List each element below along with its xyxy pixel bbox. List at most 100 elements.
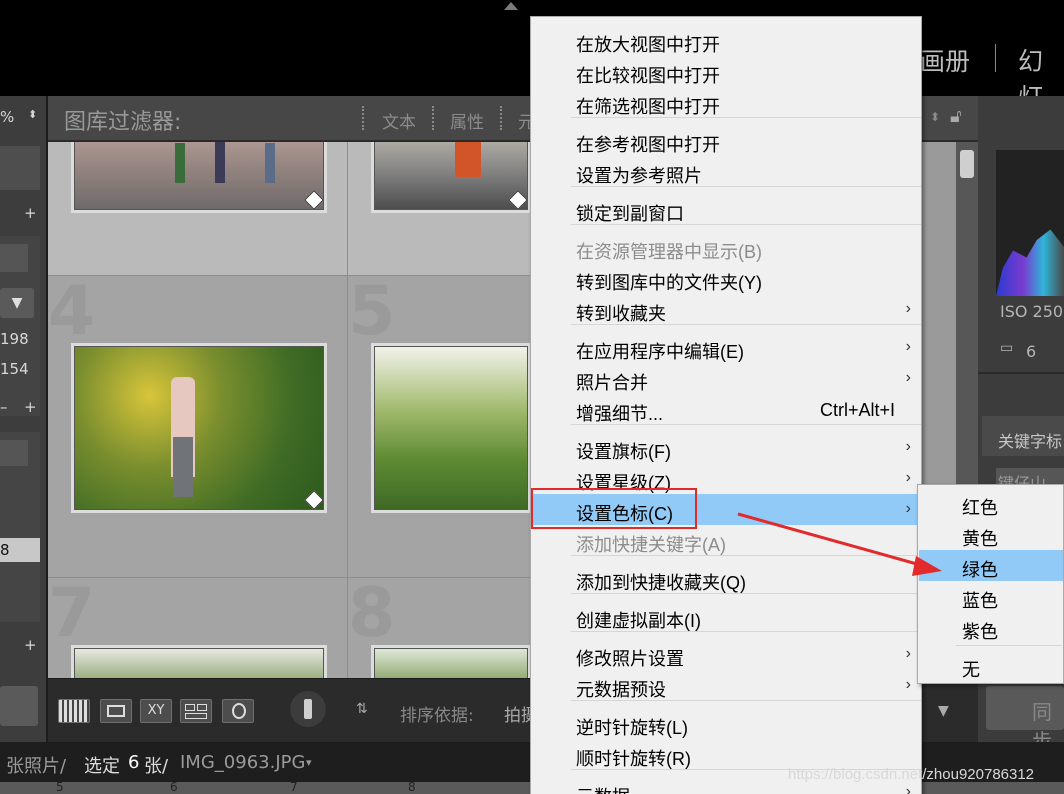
collection-selected-row[interactable]: 8 [0, 538, 40, 562]
context-menu-shortcut: Ctrl+Alt+I [819, 400, 895, 420]
filmstrip-index: 6 [170, 780, 178, 794]
submenu-arrow-icon: › [905, 676, 911, 693]
collapse-top-panel-icon[interactable] [504, 2, 518, 10]
context-menu-item-label: 照片合并 [576, 373, 648, 393]
context-menu-item[interactable]: 添加到快捷收藏夹(Q) [532, 563, 921, 594]
import-button[interactable] [0, 686, 38, 726]
current-filename[interactable]: IMG_0963.JPG [180, 752, 305, 773]
selected-suffix: 张/ [144, 756, 169, 777]
photo-thumbnail[interactable] [374, 142, 528, 210]
collection-count: 8 [0, 541, 10, 559]
folder-count-2: 154 [0, 360, 29, 378]
lock-icon[interactable]: 🔓︎ [950, 106, 962, 127]
photo-thumbnail[interactable] [374, 648, 528, 678]
context-menu-item[interactable]: 逆时针旋转(L) [532, 708, 921, 739]
color-label-item-label: 绿色 [962, 560, 998, 580]
submenu-arrow-icon: › [905, 338, 911, 355]
photo-thumbnail[interactable] [74, 142, 324, 210]
filter-divider [500, 106, 502, 130]
navigator-preview [0, 146, 40, 190]
context-menu-item-label: 增强细节... [576, 404, 664, 424]
filter-title: 图库过滤器: [64, 110, 182, 135]
context-menu-item[interactable]: 转到收藏夹 › [532, 294, 921, 325]
photo-thumbnail[interactable] [74, 648, 324, 678]
cell-index: 8 [348, 574, 396, 653]
folder-count-1: 198 [0, 330, 29, 348]
zoom-stepper-icon[interactable]: ⬍ [28, 108, 37, 121]
color-label-item-label: 蓝色 [962, 591, 998, 611]
context-menu-item[interactable]: 设置为参考照片 [532, 156, 921, 187]
context-menu-item-label: 元数据 [576, 783, 630, 794]
context-menu-item[interactable]: 在参考视图中打开 [532, 125, 921, 156]
context-menu-item[interactable]: 转到图库中的文件夹(Y) [532, 263, 921, 294]
context-menu-item-label: 在应用程序中编辑(E) [576, 342, 744, 362]
people-view-icon[interactable] [222, 699, 254, 723]
filter-divider [432, 106, 434, 130]
context-menu-item[interactable]: 照片合并 › [532, 363, 921, 394]
color-label-item[interactable]: 无 [919, 650, 1063, 681]
survey-view-icon[interactable] [180, 699, 212, 723]
context-menu-item[interactable]: 在应用程序中编辑(E) › [532, 332, 921, 363]
photo-thumbnail[interactable] [74, 346, 324, 510]
context-menu-item-label: 转到收藏夹 [576, 304, 666, 324]
filmstrip-index: 5 [56, 780, 64, 794]
metadata-badge-icon [304, 490, 323, 509]
context-menu-item[interactable]: 创建虚拟副本(I) [532, 601, 921, 632]
loupe-view-icon[interactable] [100, 699, 132, 723]
color-label-item[interactable]: 紫色 [919, 612, 1063, 643]
remove-folder-icon[interactable]: – [0, 398, 8, 416]
submenu-arrow-icon: › [905, 369, 911, 386]
context-menu-item[interactable]: 在放大视图中打开 [532, 25, 921, 56]
context-menu-item[interactable]: 在筛选视图中打开 [532, 87, 921, 118]
folder-thumb [0, 244, 28, 272]
context-menu-item[interactable]: 修改照片设置 › [532, 639, 921, 670]
color-label-item[interactable]: 红色 [919, 488, 1063, 519]
context-menu-item-label: 元数据预设 [576, 680, 666, 700]
grid-cell[interactable]: 4 [48, 276, 348, 578]
context-menu-item[interactable]: 增强细节... Ctrl+Alt+I [532, 394, 921, 425]
sort-direction-icon[interactable]: ⇅ [356, 701, 368, 717]
filename-dropdown-icon[interactable]: ▾ [306, 756, 312, 769]
context-menu-item-label: 转到图库中的文件夹(Y) [576, 273, 762, 293]
frame-icon: ▭ [1000, 340, 1014, 356]
cell-index: 4 [48, 272, 96, 351]
volume-dropdown-icon[interactable]: ▼ [0, 288, 34, 318]
context-menu-item-label: 添加到快捷收藏夹(Q) [576, 573, 746, 593]
context-menu-item[interactable]: 在资源管理器中显示(B) [532, 232, 921, 263]
grid-cell[interactable]: 7 [48, 578, 348, 678]
context-menu-item[interactable]: 元数据预设 › [532, 670, 921, 701]
add-catalog-icon[interactable]: + [24, 204, 37, 222]
toolbar-menu-icon[interactable]: ▼ [938, 703, 949, 719]
color-label-item-label: 紫色 [962, 622, 998, 642]
sync-button[interactable]: 同步 [986, 686, 1064, 753]
photo-thumbnail[interactable] [374, 346, 528, 510]
context-menu-item[interactable]: 设置旗标(F) › [532, 432, 921, 463]
grid-view-icon[interactable] [58, 699, 90, 723]
filter-preset-stepper-icon[interactable]: ⬍ [930, 110, 940, 124]
color-label-item[interactable]: 绿色 [919, 550, 1063, 581]
filter-attribute[interactable]: 属性 [450, 108, 484, 133]
context-menu-item-label: 创建虚拟副本(I) [576, 611, 701, 631]
grid-scrollbar-thumb[interactable] [960, 150, 974, 178]
module-album[interactable]: 画册 [920, 42, 970, 78]
photo-count-text: 张照片/ [6, 756, 67, 777]
grid-cell[interactable] [48, 142, 348, 276]
filmstrip-index: 7 [290, 780, 298, 794]
context-menu-item[interactable]: 锁定到副窗口 [532, 194, 921, 225]
keyword-panel-title[interactable]: 关键字标 [998, 428, 1062, 452]
context-menu-item[interactable]: 添加快捷关键字(A) [532, 525, 921, 556]
filter-text[interactable]: 文本 [382, 108, 416, 133]
context-menu-item-label: 锁定到副窗口 [576, 204, 684, 224]
compare-view-icon[interactable]: XY [140, 699, 172, 723]
color-label-submenu: 红色 黄色绿色蓝色紫色无 [917, 484, 1064, 684]
color-label-item[interactable]: 蓝色 [919, 581, 1063, 612]
painter-icon[interactable] [290, 691, 326, 727]
color-label-item[interactable]: 黄色 [919, 519, 1063, 550]
context-menu-item[interactable]: 在比较视图中打开 [532, 56, 921, 87]
submenu-arrow-icon: › [905, 783, 911, 794]
context-menu-item-label: 在资源管理器中显示(B) [576, 242, 762, 262]
context-menu-item-label: 添加快捷关键字(A) [576, 535, 726, 555]
add-collection-icon[interactable]: + [24, 636, 37, 654]
panel-divider [978, 372, 1064, 374]
add-folder-icon[interactable]: + [24, 398, 37, 416]
